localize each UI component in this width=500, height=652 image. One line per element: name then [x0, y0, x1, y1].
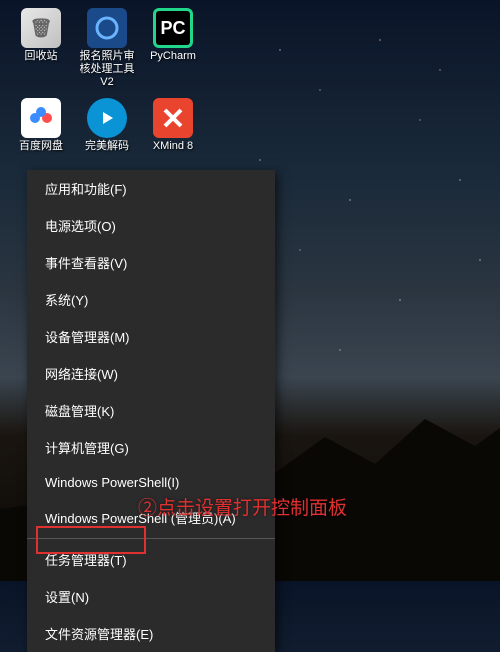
menu-separator: [27, 538, 275, 539]
menu-task-manager[interactable]: 任务管理器(T): [27, 541, 275, 578]
baidu-disk-icon[interactable]: 百度网盘: [10, 98, 72, 153]
icon-label: PyCharm: [150, 50, 196, 63]
menu-network-connections[interactable]: 网络连接(W): [27, 355, 275, 392]
xmind-icon[interactable]: XMind 8: [142, 98, 204, 153]
desktop-icons-grid: 🗑 回收站 报名照片审核处理工具V2 PC PyCharm 百度网盘 完美解码 …: [10, 8, 204, 153]
menu-power-options[interactable]: 电源选项(O): [27, 207, 275, 244]
menu-file-explorer[interactable]: 文件资源管理器(E): [27, 615, 275, 652]
menu-device-manager[interactable]: 设备管理器(M): [27, 318, 275, 355]
icon-label: 完美解码: [85, 140, 129, 153]
menu-settings[interactable]: 设置(N): [27, 578, 275, 615]
trash-icon: 🗑: [21, 8, 61, 48]
app-icon: PC: [153, 8, 193, 48]
menu-event-viewer[interactable]: 事件查看器(V): [27, 244, 275, 281]
app-icon: [21, 98, 61, 138]
app-icon: [153, 98, 193, 138]
menu-computer-management[interactable]: 计算机管理(G): [27, 429, 275, 466]
menu-disk-management[interactable]: 磁盘管理(K): [27, 392, 275, 429]
tutorial-annotation-text: ②点击设置打开控制面板: [138, 493, 347, 520]
icon-label: 报名照片审核处理工具V2: [76, 50, 138, 90]
pycharm-icon[interactable]: PC PyCharm: [142, 8, 204, 90]
icon-label: 回收站: [25, 50, 58, 63]
winx-context-menu: 应用和功能(F) 电源选项(O) 事件查看器(V) 系统(Y) 设备管理器(M)…: [27, 170, 275, 652]
app-icon: [87, 8, 127, 48]
icon-label: XMind 8: [153, 140, 193, 153]
perfect-decode-icon[interactable]: 完美解码: [76, 98, 138, 153]
menu-apps-features[interactable]: 应用和功能(F): [27, 170, 275, 207]
photo-review-tool-icon[interactable]: 报名照片审核处理工具V2: [76, 8, 138, 90]
pycharm-text: PC: [160, 18, 185, 39]
recycle-bin-icon[interactable]: 🗑 回收站: [10, 8, 72, 90]
icon-label: 百度网盘: [19, 140, 63, 153]
app-icon: [87, 98, 127, 138]
menu-system[interactable]: 系统(Y): [27, 281, 275, 318]
